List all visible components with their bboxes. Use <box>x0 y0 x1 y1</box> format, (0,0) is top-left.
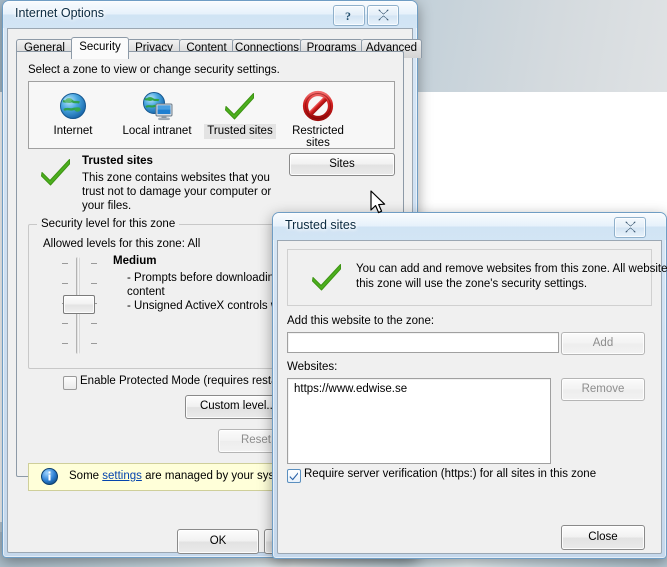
sites-button[interactable]: Sites <box>289 153 395 176</box>
security-level-bullet-1-cont: content <box>127 286 165 298</box>
internet-options-titlebar[interactable]: Internet Options ? <box>3 1 417 28</box>
green-check-icon <box>312 264 341 291</box>
trusted-sites-title: Trusted sites <box>285 218 357 232</box>
slider-thumb[interactable] <box>63 295 95 314</box>
slider-tick <box>62 323 68 324</box>
close-window-button[interactable] <box>367 5 399 26</box>
info-text-before: Some <box>69 470 103 482</box>
help-button[interactable]: ? <box>333 5 365 26</box>
trusted-sites-dialog: Trusted sites You can add and remove web… <box>272 212 667 559</box>
protected-mode-checkbox[interactable] <box>63 376 77 390</box>
zone-detail-desc-line1: This zone contains websites that you <box>82 172 270 184</box>
green-check-icon <box>201 88 279 124</box>
protected-mode-label: Enable Protected Mode (requires restarti… <box>80 375 300 387</box>
add-button[interactable]: Add <box>561 332 645 355</box>
slider-tick <box>91 283 97 284</box>
info-icon <box>41 468 58 485</box>
zone-detail-desc-line3: your files. <box>82 200 132 212</box>
zone-restricted-sites[interactable]: Restricted sites <box>279 88 357 150</box>
tab-security[interactable]: Security <box>71 37 129 59</box>
info-text-after: are managed by your system <box>141 470 294 482</box>
websites-listbox[interactable]: https://www.edwise.se <box>287 378 551 464</box>
zone-trusted-sites-label: Trusted sites <box>204 124 276 139</box>
slider-tick <box>62 263 68 264</box>
svg-text:?: ? <box>345 9 351 22</box>
add-website-input[interactable] <box>287 332 559 353</box>
globe-icon <box>34 88 112 124</box>
slider-tick <box>91 343 97 344</box>
checkmark-icon <box>289 472 298 481</box>
settings-link[interactable]: settings <box>102 470 142 482</box>
green-check-icon <box>41 159 70 186</box>
zone-internet-label: Internet <box>53 125 93 137</box>
zone-trusted-sites[interactable]: Trusted sites <box>201 88 279 139</box>
trusted-sites-close-button[interactable] <box>614 217 646 238</box>
trusted-sites-titlebar[interactable]: Trusted sites <box>273 213 666 240</box>
zone-local-intranet[interactable]: Local intranet <box>118 88 196 139</box>
security-level-caption: Security level for this zone <box>37 218 180 230</box>
allowed-levels-label: Allowed levels for this zone: All <box>43 238 201 250</box>
zone-selector-box: Internet Local intranet Trusted sites Re… <box>28 81 395 149</box>
banner-line-2: this zone will use the zone's security s… <box>356 278 588 290</box>
zone-prompt-label: Select a zone to view or change security… <box>28 64 280 76</box>
red-prohibition-icon <box>279 88 357 124</box>
ok-button[interactable]: OK <box>177 529 259 554</box>
window-title: Internet Options <box>15 6 104 20</box>
security-level-name: Medium <box>113 255 157 267</box>
require-https-label: Require server verification (https:) for… <box>304 468 597 480</box>
banner-line-1: You can add and remove websites from thi… <box>356 263 667 275</box>
slider-tick <box>91 263 97 264</box>
remove-button[interactable]: Remove <box>561 378 645 401</box>
zone-detail-name: Trusted sites <box>82 155 153 167</box>
websites-label: Websites: <box>287 361 338 373</box>
close-dialog-button[interactable]: Close <box>561 525 645 550</box>
slider-tick <box>91 323 97 324</box>
zone-internet[interactable]: Internet <box>34 88 112 139</box>
list-item[interactable]: https://www.edwise.se <box>294 383 407 395</box>
add-website-label: Add this website to the zone: <box>287 315 435 327</box>
zone-local-intranet-label: Local intranet <box>122 125 192 137</box>
slider-tick <box>62 283 68 284</box>
require-https-checkbox[interactable] <box>287 469 301 483</box>
trusted-sites-client: You can add and remove websites from thi… <box>277 240 667 554</box>
slider-tick <box>62 343 68 344</box>
zone-detail-icon-wrap <box>39 157 73 190</box>
zone-restricted-sites-label: Restricted sites <box>292 125 344 149</box>
globe-monitor-icon <box>118 88 196 124</box>
trusted-sites-banner: You can add and remove websites from thi… <box>287 249 667 306</box>
info-bar-text: Some settings are managed by your system <box>69 470 293 482</box>
zone-detail-desc-line2: trust not to damage your computer or <box>82 186 272 198</box>
